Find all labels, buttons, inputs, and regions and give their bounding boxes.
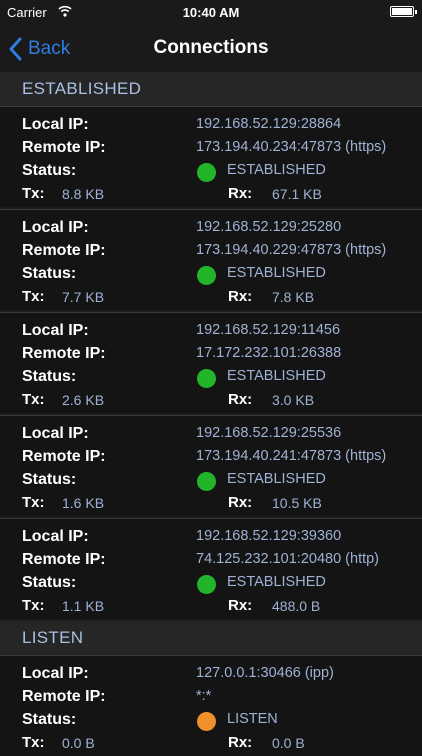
battery-icon — [390, 6, 417, 17]
rx-label: Rx: — [228, 391, 253, 408]
remote-ip-value: 17.172.232.101:26388 — [196, 345, 342, 361]
tx-value: 2.6 KB — [62, 392, 105, 408]
connection-row[interactable]: Local IP: 192.168.52.129:25536 Remote IP: 1… — [0, 415, 422, 516]
remote-ip-value: 173.194.40.234:47873 (https) — [196, 139, 387, 155]
tx-label: Tx: — [22, 494, 45, 511]
status-label: Status: — [22, 471, 77, 488]
remote-ip-label: Remote IP: — [22, 688, 106, 705]
status-value: LISTEN — [227, 711, 278, 727]
connection-row[interactable]: Local IP: 127.0.0.1:30466 (ipp) Remote IP:… — [0, 655, 422, 756]
remote-ip-label: Remote IP: — [22, 345, 106, 362]
status-indicator-icon — [197, 163, 216, 182]
status-value: ESTABLISHED — [227, 162, 326, 178]
rx-value: 7.8 KB — [272, 289, 315, 305]
rx-label: Rx: — [228, 734, 253, 751]
remote-ip-label: Remote IP: — [22, 139, 106, 156]
status-value: ESTABLISHED — [227, 471, 326, 487]
rx-label: Rx: — [228, 597, 253, 614]
local-ip-label: Local IP: — [22, 219, 89, 236]
rx-label: Rx: — [228, 185, 253, 202]
local-ip-value: 192.168.52.129:25280 — [196, 219, 342, 235]
tx-value: 8.8 KB — [62, 186, 105, 202]
status-label: Status: — [22, 265, 77, 282]
remote-ip-value: *:* — [196, 688, 212, 704]
local-ip-label: Local IP: — [22, 116, 89, 133]
status-bar: Carrier 10:40 AM — [0, 0, 422, 26]
tx-label: Tx: — [22, 288, 45, 305]
status-indicator-icon — [197, 369, 216, 388]
status-indicator-icon — [197, 266, 216, 285]
connection-row[interactable]: Local IP: 192.168.52.129:25280 Remote IP: 1… — [0, 209, 422, 310]
rx-value: 10.5 KB — [272, 495, 322, 511]
local-ip-label: Local IP: — [22, 425, 89, 442]
status-label: Status: — [22, 574, 77, 591]
status-value: ESTABLISHED — [227, 574, 326, 590]
tx-label: Tx: — [22, 597, 45, 614]
status-indicator-icon — [197, 712, 216, 731]
tx-label: Tx: — [22, 185, 45, 202]
tx-value: 0.0 B — [62, 735, 95, 751]
remote-ip-value: 173.194.40.229:47873 (https) — [196, 242, 387, 258]
remote-ip-label: Remote IP: — [22, 242, 106, 259]
tx-value: 1.1 KB — [62, 598, 105, 614]
remote-ip-value: 173.194.40.241:47873 (https) — [196, 448, 387, 464]
status-label: Status: — [22, 162, 77, 179]
page-title: Connections — [153, 37, 269, 58]
local-ip-label: Local IP: — [22, 322, 89, 339]
local-ip-label: Local IP: — [22, 665, 89, 682]
status-time: 10:40 AM — [182, 5, 240, 20]
local-ip-value: 127.0.0.1:30466 (ipp) — [196, 665, 334, 681]
remote-ip-label: Remote IP: — [22, 551, 106, 568]
local-ip-value: 192.168.52.129:28864 — [196, 116, 342, 132]
rx-label: Rx: — [228, 494, 253, 511]
tx-value: 7.7 KB — [62, 289, 105, 305]
local-ip-label: Local IP: — [22, 528, 89, 545]
tx-value: 1.6 KB — [62, 495, 105, 511]
section-header: LISTEN — [0, 621, 422, 655]
rx-value: 0.0 B — [272, 735, 305, 751]
connection-row[interactable]: Local IP: 192.168.52.129:28864 Remote IP: 1… — [0, 106, 422, 207]
status-label: Status: — [22, 711, 77, 728]
status-label: Status: — [22, 368, 77, 385]
rx-label: Rx: — [228, 288, 253, 305]
status-value: ESTABLISHED — [227, 368, 326, 384]
remote-ip-value: 74.125.232.101:20480 (http) — [196, 551, 380, 567]
status-indicator-icon — [197, 575, 216, 594]
tx-label: Tx: — [22, 391, 45, 408]
rx-value: 67.1 KB — [272, 186, 322, 202]
status-indicator-icon — [197, 472, 216, 491]
connection-row[interactable]: Local IP: 192.168.52.129:39360 Remote IP: 7… — [0, 518, 422, 619]
local-ip-value: 192.168.52.129:25536 — [196, 425, 342, 441]
tx-label: Tx: — [22, 734, 45, 751]
navigation-bar: Back Connections — [0, 26, 422, 73]
remote-ip-label: Remote IP: — [22, 448, 106, 465]
section-header: ESTABLISHED — [0, 72, 422, 106]
local-ip-value: 192.168.52.129:39360 — [196, 528, 342, 544]
rx-value: 488.0 B — [272, 598, 321, 614]
status-value: ESTABLISHED — [227, 265, 326, 281]
connection-row[interactable]: Local IP: 192.168.52.129:11456 Remote IP: 1… — [0, 312, 422, 413]
rx-value: 3.0 KB — [272, 392, 315, 408]
local-ip-value: 192.168.52.129:11456 — [196, 322, 341, 338]
